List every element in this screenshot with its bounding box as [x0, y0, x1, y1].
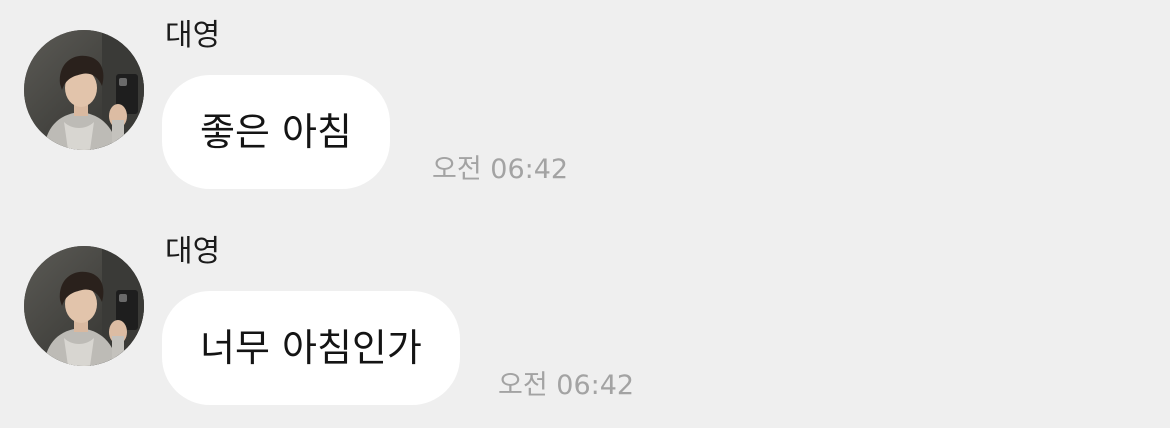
message-timestamp: 오전 06:42 [432, 154, 569, 185]
profile-photo-icon [24, 246, 144, 366]
avatar[interactable] [24, 246, 144, 366]
profile-photo-icon [24, 30, 144, 150]
sender-name: 대영 [165, 18, 221, 53]
message-bubble[interactable]: 너무 아침인가 [162, 291, 460, 405]
message-timestamp: 오전 06:42 [498, 370, 635, 401]
message-text: 좋은 아침 [200, 110, 352, 154]
message-bubble[interactable]: 좋은 아침 [162, 75, 390, 189]
chat-message: 대영 너무 아침인가 오전 06:42 [0, 216, 1170, 416]
avatar[interactable] [24, 30, 144, 150]
sender-name: 대영 [165, 234, 221, 269]
message-text: 너무 아침인가 [200, 326, 422, 370]
chat-message: 대영 좋은 아침 오전 06:42 [0, 0, 1170, 200]
chat-message-list: 대영 좋은 아침 오전 06:42 대영 너무 아침인가 오전 06:42 [0, 0, 1170, 428]
